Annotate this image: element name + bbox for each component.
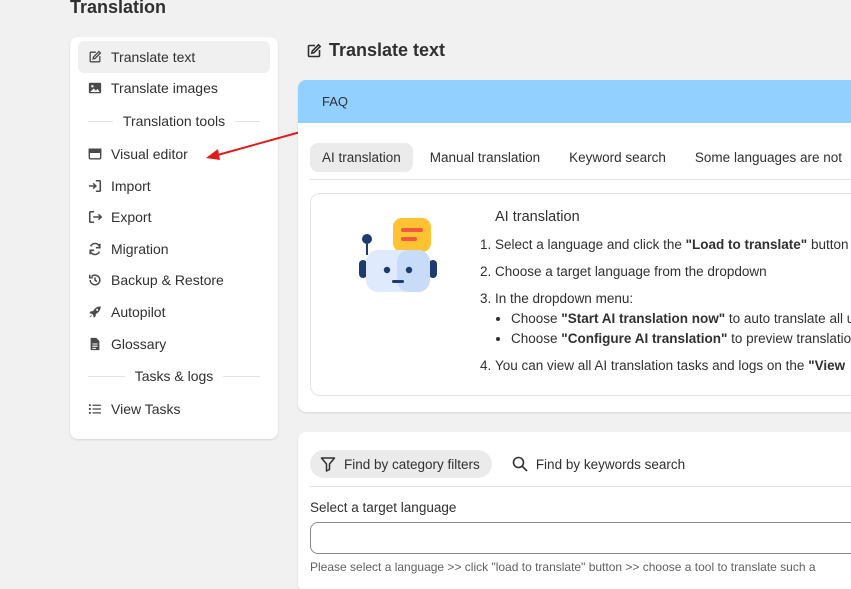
target-language-select[interactable] — [310, 522, 851, 554]
sidebar-item-import[interactable]: Import — [78, 170, 270, 202]
sidebar-item-label: Translate text — [111, 48, 196, 65]
content-title: AI translation — [495, 209, 580, 225]
step-bold: "View — [808, 358, 846, 373]
divider — [223, 375, 260, 377]
section-label: Tasks & logs — [134, 368, 214, 385]
step-text: In the dropdown menu: — [495, 291, 634, 306]
divider — [88, 375, 125, 377]
divider — [88, 120, 113, 122]
app-title: Translation — [70, 0, 167, 17]
step-bold: "Load to translate" — [685, 237, 808, 252]
divider — [235, 120, 261, 122]
step-text: to preview translatio — [727, 331, 851, 346]
filter-card: Find by category filters Find by keyword… — [298, 432, 851, 589]
step-text: Choose — [511, 331, 562, 346]
category-filter-button[interactable]: Find by category filters — [310, 450, 492, 478]
sidebar-item-label: Visual editor — [111, 145, 188, 162]
image-icon — [88, 81, 102, 95]
tab-manual-translation[interactable]: Manual translation — [418, 143, 552, 172]
tab-keyword-search[interactable]: Keyword search — [557, 143, 678, 172]
sidebar-item-label: Export — [111, 209, 152, 226]
divider — [310, 179, 851, 180]
faq-label: FAQ — [322, 94, 349, 109]
help-text: Please select a language >> click "load … — [310, 560, 816, 574]
step-text: Select a language and click the — [495, 237, 686, 252]
step-1: Select a language and click the "Load to… — [495, 236, 851, 253]
search-icon — [512, 456, 528, 472]
faq-tabs: AI translation Manual translation Keywor… — [298, 123, 851, 179]
divider — [310, 486, 851, 487]
section-tasks-logs: Tasks & logs — [78, 361, 270, 391]
sidebar-item-translate-text[interactable]: Translate text — [78, 41, 270, 73]
edit-icon — [306, 43, 322, 59]
export-icon — [88, 210, 102, 224]
step-2: Choose a target language from the dropdo… — [495, 263, 851, 280]
filter-tabs: Find by category filters Find by keyword… — [298, 432, 851, 484]
sidebar-item-migration[interactable]: Migration — [78, 233, 270, 265]
tab-ai-translation[interactable]: AI translation — [310, 143, 413, 172]
sidebar-item-label: Backup & Restore — [111, 272, 224, 289]
faq-header[interactable]: FAQ — [298, 80, 851, 123]
page-title: Translate text — [306, 40, 445, 61]
sidebar-item-label: Migration — [111, 240, 169, 257]
step-text: button — [807, 237, 849, 252]
faq-card: FAQ AI translation Manual translation Ke… — [298, 80, 851, 412]
target-language-label: Select a target language — [310, 500, 457, 515]
page-title-text: Translate text — [329, 40, 446, 60]
keyword-search-label: Find by keywords search — [535, 456, 686, 472]
sidebar-item-label: View Tasks — [111, 401, 181, 418]
rocket-icon — [88, 305, 102, 319]
sidebar-item-backup-restore[interactable]: Backup & Restore — [78, 265, 270, 297]
sidebar-item-label: Translate images — [111, 80, 218, 97]
keyword-search-button[interactable]: Find by keywords search — [502, 450, 697, 478]
sidebar-item-translate-images[interactable]: Translate images — [78, 73, 270, 105]
sidebar-item-label: Glossary — [111, 335, 167, 352]
faq-content-panel: AI translation Select a language and cli… — [310, 193, 851, 396]
edit-icon — [88, 50, 102, 64]
substep-1: Choose "Start AI translation now" to aut… — [511, 310, 851, 327]
sidebar: Translate text Translate images Translat… — [70, 37, 278, 439]
sidebar-item-export[interactable]: Export — [78, 201, 270, 233]
step-bold: "Configure AI translation" — [561, 331, 728, 346]
window-icon — [88, 147, 102, 161]
category-filter-label: Find by category filters — [344, 456, 480, 472]
substep-2: Choose "Configure AI translation" to pre… — [511, 330, 851, 347]
document-icon — [88, 337, 102, 351]
step-bold: "Start AI translation now" — [561, 311, 726, 326]
step-text: to auto translate all u — [725, 311, 851, 326]
sidebar-item-glossary[interactable]: Glossary — [78, 328, 270, 360]
history-icon — [88, 273, 102, 287]
robot-illustration — [359, 218, 437, 292]
sidebar-item-label: Autopilot — [111, 303, 166, 320]
list-icon — [88, 402, 102, 416]
step-3: In the dropdown menu: Choose "Start AI t… — [495, 290, 851, 347]
annotation-arrow — [206, 130, 305, 160]
step-4: You can view all AI translation tasks an… — [495, 357, 851, 374]
import-icon — [88, 179, 102, 193]
tab-some-languages[interactable]: Some languages are not — [683, 143, 851, 172]
substeps-list: Choose "Start AI translation now" to aut… — [495, 310, 851, 347]
step-text: You can view all AI translation tasks an… — [495, 358, 809, 373]
sidebar-item-autopilot[interactable]: Autopilot — [78, 296, 270, 328]
steps-list: Select a language and click the "Load to… — [479, 236, 851, 384]
sidebar-item-label: Import — [111, 177, 151, 194]
step-text: Choose — [511, 311, 562, 326]
filter-icon — [320, 456, 336, 472]
refresh-icon — [88, 242, 102, 256]
sidebar-item-view-tasks[interactable]: View Tasks — [78, 393, 270, 425]
